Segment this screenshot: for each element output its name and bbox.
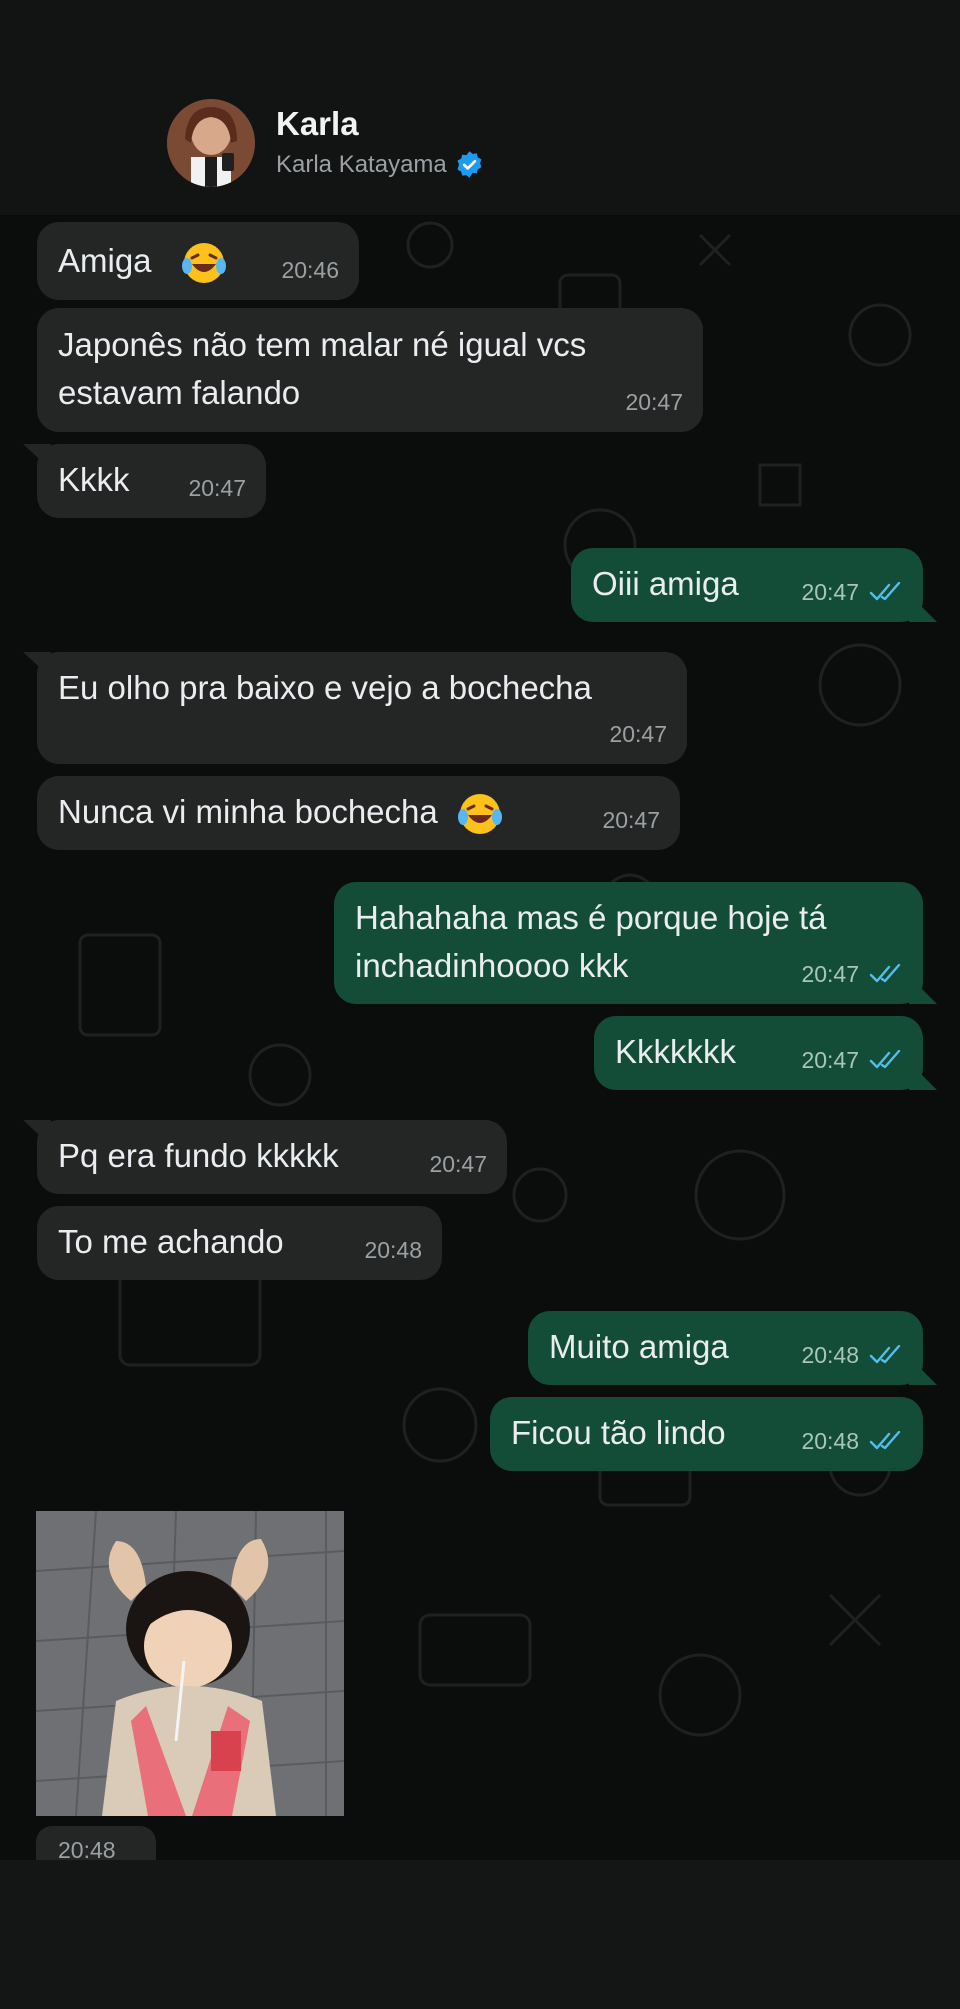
double-check-icon xyxy=(869,1050,901,1069)
message-meta: 20:47 xyxy=(801,1036,903,1084)
message-meta: 20:47 xyxy=(801,568,903,616)
message-bubble-incoming[interactable]: Eu olho pra baixo e vejo a bochecha 20:4… xyxy=(23,652,687,764)
message-time: 20:46 xyxy=(281,257,339,283)
bubble-tail xyxy=(909,976,937,1004)
message-meta: 20:47 xyxy=(602,796,660,844)
message-meta: 20:48 xyxy=(801,1417,903,1465)
message-meta: 20:48 xyxy=(801,1331,903,1379)
laughing-emoji-icon xyxy=(181,243,226,284)
chat-header: Karla Karla Katayama xyxy=(0,0,960,215)
bubble-tail xyxy=(909,1357,937,1385)
double-check-icon xyxy=(869,1345,901,1364)
message-meta: 20:46 xyxy=(281,246,339,294)
message-meta: 20:47 xyxy=(801,950,903,998)
message-text: Kkkkkkk xyxy=(615,1033,737,1070)
bubble-tail xyxy=(909,594,937,622)
contact-avatar[interactable] xyxy=(167,99,255,187)
message-time: 20:47 xyxy=(609,721,667,747)
message-text: Hahahaha mas é porque hoje tá inchadinho… xyxy=(355,899,827,984)
message-bubble-incoming[interactable]: Japonês não tem malar né igual vcs estav… xyxy=(37,308,703,432)
bubble-tail xyxy=(23,444,51,470)
message-text: Oiii amiga xyxy=(592,565,739,602)
message-bubble-outgoing[interactable]: Ficou tão lindo 20:48 xyxy=(490,1397,923,1471)
message-bubble-outgoing[interactable]: Muito amiga 20:48 xyxy=(528,1311,937,1385)
message-text: Muito amiga xyxy=(549,1328,729,1365)
verified-badge-icon xyxy=(457,151,482,178)
image-message[interactable] xyxy=(36,1511,344,1816)
message-text: Ficou tão lindo xyxy=(511,1414,726,1451)
contact-subtitle: Karla Katayama xyxy=(276,150,484,179)
bubble-tail xyxy=(23,1120,51,1146)
message-bubble-incoming[interactable]: Kkkk 20:47 xyxy=(23,444,266,518)
message-text: Kkkk xyxy=(58,461,130,498)
message-bubble-incoming[interactable]: Amiga 20:46 xyxy=(37,222,359,300)
message-text: Eu olho pra baixo e vejo a bochecha xyxy=(58,669,592,706)
message-time: 20:47 xyxy=(801,1047,859,1073)
bubble-tail xyxy=(23,652,51,678)
message-text: To me achando xyxy=(58,1223,284,1260)
double-check-icon xyxy=(869,582,901,601)
message-meta: 20:47 xyxy=(609,710,667,758)
message-time: 20:47 xyxy=(801,961,859,987)
message-bubble-outgoing[interactable]: Hahahaha mas é porque hoje tá inchadinho… xyxy=(334,882,937,1004)
message-text: Japonês não tem malar né igual vcs estav… xyxy=(58,326,587,411)
message-bubble-incoming[interactable]: Nunca vi minha bochecha 20:47 xyxy=(37,776,680,850)
child-photo xyxy=(36,1511,344,1816)
message-time: 20:47 xyxy=(801,579,859,605)
message-time: 20:47 xyxy=(188,475,246,501)
bottom-area xyxy=(0,1860,960,2009)
message-time: 20:47 xyxy=(429,1151,487,1177)
message-time: 20:48 xyxy=(364,1237,422,1263)
message-meta: 20:47 xyxy=(625,378,683,426)
message-bubble-incoming[interactable]: To me achando 20:48 xyxy=(37,1206,442,1280)
message-bubble-incoming[interactable]: Pq era fundo kkkkk 20:47 xyxy=(23,1120,507,1194)
message-bubble-outgoing[interactable]: Kkkkkkk 20:47 xyxy=(594,1016,937,1090)
laughing-emoji-icon xyxy=(457,794,502,835)
contact-name[interactable]: Karla xyxy=(276,105,359,143)
message-text: Amiga xyxy=(58,237,227,286)
message-text: Nunca vi minha bochecha xyxy=(58,788,503,837)
contact-full-name: Karla Katayama xyxy=(276,150,447,178)
bubble-tail xyxy=(909,1062,937,1090)
message-bubble-outgoing[interactable]: Oiii amiga 20:47 xyxy=(571,548,937,622)
message-time: 20:47 xyxy=(625,389,683,415)
message-text: Pq era fundo kkkkk xyxy=(58,1137,339,1174)
message-meta: 20:47 xyxy=(429,1140,487,1188)
double-check-icon xyxy=(869,1431,901,1450)
message-meta: 20:47 xyxy=(188,464,246,512)
message-time: 20:48 xyxy=(801,1428,859,1454)
message-meta: 20:48 xyxy=(364,1226,422,1274)
double-check-icon xyxy=(869,964,901,983)
message-time: 20:48 xyxy=(801,1342,859,1368)
message-time: 20:47 xyxy=(602,807,660,833)
